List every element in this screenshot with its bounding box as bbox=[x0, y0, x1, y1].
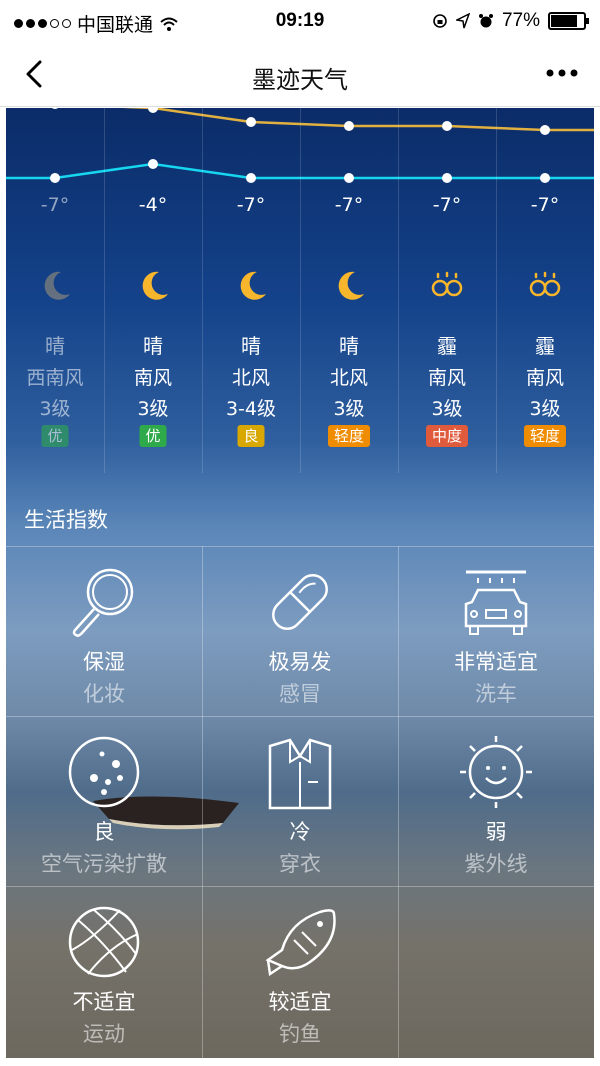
sun-icon bbox=[460, 736, 532, 808]
battery-icon bbox=[548, 12, 589, 30]
weather-condition: 晴 bbox=[45, 334, 65, 358]
life-index-label: 感冒 bbox=[279, 682, 321, 706]
life-index-item[interactable]: 较适宜 钓鱼 bbox=[202, 886, 398, 1056]
life-index-value: 弱 bbox=[485, 820, 507, 844]
wind-level: 3级 bbox=[39, 398, 71, 420]
life-index-value: 良 bbox=[93, 820, 115, 844]
low-temperature: -7° bbox=[530, 194, 560, 216]
low-temperature: -7° bbox=[334, 194, 364, 216]
page-title: 墨迹天气 bbox=[252, 66, 348, 94]
fish-icon bbox=[265, 909, 336, 977]
forecast-day-column[interactable]: -7° 霾 南风 3级 轻度 bbox=[496, 108, 594, 473]
aqi-badge: 轻度 bbox=[523, 425, 567, 447]
basketball-icon bbox=[68, 906, 140, 978]
rotation-lock-icon bbox=[433, 14, 447, 28]
forecast-day-column[interactable]: -7° 晴 北风 3级 轻度 bbox=[300, 108, 398, 473]
wind-level: 3级 bbox=[333, 398, 365, 420]
haze-icon bbox=[529, 271, 561, 297]
wind-direction: 北风 bbox=[329, 367, 368, 389]
low-temperature: -7° bbox=[236, 194, 266, 216]
life-index-value: 较适宜 bbox=[268, 990, 332, 1014]
more-dots-icon[interactable] bbox=[542, 58, 582, 88]
weather-condition: 晴 bbox=[339, 334, 359, 358]
life-index-value: 冷 bbox=[289, 820, 311, 844]
wind-direction: 南风 bbox=[133, 367, 172, 389]
life-index-grid: 保湿 化妆 极易发 感冒 非常适宜 洗车 良 空气污染扩散 冷 穿衣 弱 紫外线… bbox=[6, 546, 594, 1058]
life-index-title: 生活指数 bbox=[24, 508, 108, 532]
low-temperature: -7° bbox=[40, 194, 70, 216]
wind-level: 3级 bbox=[529, 398, 561, 420]
life-index-label: 空气污染扩散 bbox=[41, 852, 167, 876]
shirt-icon bbox=[268, 738, 332, 810]
life-index-label: 紫外线 bbox=[464, 852, 528, 876]
aqi-badge: 中度 bbox=[425, 425, 469, 447]
wind-level: 3级 bbox=[137, 398, 169, 420]
aqi-badge: 良 bbox=[237, 425, 265, 447]
life-index-item[interactable]: 非常适宜 洗车 bbox=[398, 546, 594, 716]
forecast-section[interactable]: -7° 晴 西南风 3级 优 -4° 晴 南风 3级 优 -7° 晴 北风 3-… bbox=[6, 108, 594, 478]
aqi-badge: 优 bbox=[41, 425, 69, 447]
aqi-badge: 优 bbox=[139, 425, 167, 447]
moon-icon bbox=[338, 271, 364, 300]
life-index-label: 洗车 bbox=[475, 682, 517, 706]
alarm-icon bbox=[478, 14, 493, 28]
location-icon bbox=[455, 13, 470, 29]
life-index-value: 不适宜 bbox=[72, 990, 136, 1014]
air-particles-icon bbox=[68, 736, 140, 808]
nav-bar: 墨迹天气 bbox=[0, 44, 600, 107]
life-index-item[interactable]: 冷 穿衣 bbox=[202, 716, 398, 886]
weather-content: -7° 晴 西南风 3级 优 -4° 晴 南风 3级 优 -7° 晴 北风 3-… bbox=[6, 108, 594, 1058]
life-index-value: 极易发 bbox=[268, 650, 332, 674]
life-index-item[interactable]: 极易发 感冒 bbox=[202, 546, 398, 716]
wind-level: 3级 bbox=[431, 398, 463, 420]
aqi-badge: 轻度 bbox=[327, 425, 371, 447]
wind-direction: 北风 bbox=[231, 367, 270, 389]
life-index-label: 钓鱼 bbox=[279, 1022, 321, 1046]
magnifier-icon bbox=[72, 568, 134, 637]
moon-icon bbox=[44, 271, 70, 300]
life-index-label: 化妆 bbox=[83, 682, 125, 706]
forecast-day-column[interactable]: -7° 晴 北风 3-4级 良 bbox=[202, 108, 300, 473]
forecast-day-column[interactable]: -7° 晴 西南风 3级 优 bbox=[6, 108, 104, 473]
weather-condition: 晴 bbox=[143, 334, 163, 358]
status-bar: 中国联通 09:19 77% bbox=[0, 0, 600, 44]
forecast-day-column[interactable]: -4° 晴 南风 3级 优 bbox=[104, 108, 202, 473]
car-wash-icon bbox=[464, 570, 528, 635]
haze-icon bbox=[431, 271, 463, 297]
life-index-item[interactable]: 不适宜 运动 bbox=[6, 886, 202, 1056]
life-index-label: 运动 bbox=[83, 1022, 125, 1046]
weather-condition: 霾 bbox=[535, 334, 555, 358]
pill-icon bbox=[272, 574, 328, 630]
wind-direction: 南风 bbox=[427, 367, 466, 389]
wind-direction: 南风 bbox=[525, 367, 564, 389]
weather-condition: 霾 bbox=[437, 334, 457, 358]
life-index-value: 非常适宜 bbox=[454, 650, 538, 674]
status-right-group: 77% bbox=[432, 10, 589, 32]
life-index-value: 保湿 bbox=[83, 650, 125, 674]
life-index-label: 穿衣 bbox=[279, 852, 321, 876]
low-temperature: -4° bbox=[138, 194, 168, 216]
wind-level: 3-4级 bbox=[225, 398, 277, 420]
life-index-item[interactable]: 良 空气污染扩散 bbox=[6, 716, 202, 886]
life-index-item[interactable]: 弱 紫外线 bbox=[398, 716, 594, 886]
wind-direction: 西南风 bbox=[26, 367, 84, 389]
battery-percent: 77% bbox=[501, 10, 540, 31]
forecast-day-column[interactable]: -7° 霾 南风 3级 中度 bbox=[398, 108, 496, 473]
life-index-item[interactable]: 保湿 化妆 bbox=[6, 546, 202, 716]
moon-icon bbox=[240, 271, 266, 300]
moon-icon bbox=[142, 271, 168, 300]
weather-condition: 晴 bbox=[241, 334, 261, 358]
low-temperature: -7° bbox=[432, 194, 462, 216]
